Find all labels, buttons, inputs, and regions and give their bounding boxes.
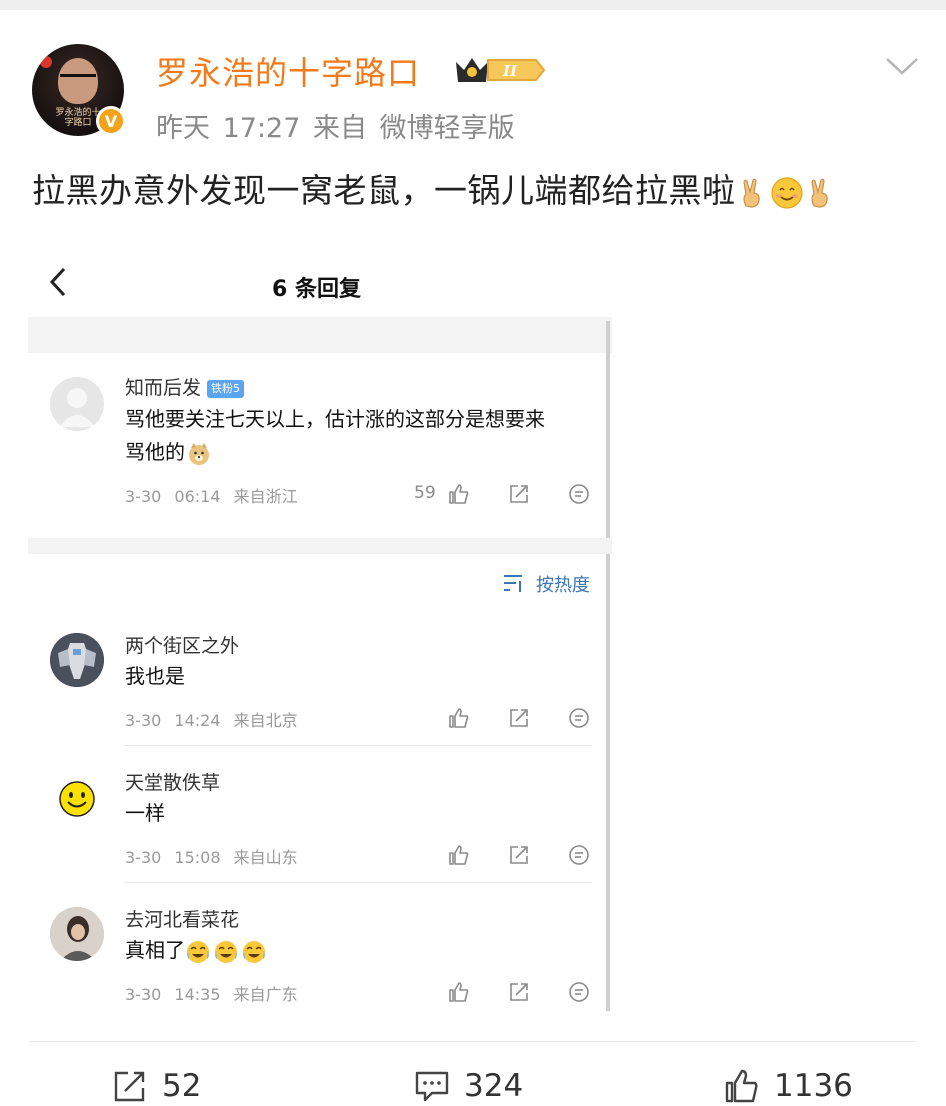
author-name[interactable]: 罗永浩的十字路口 — [156, 48, 420, 94]
comment-meta: 3-30 14:24 来自北京 — [125, 711, 298, 730]
like-icon[interactable] — [448, 981, 470, 1003]
laugh-cry-emoji-icon — [187, 940, 265, 963]
victory-hand-icon — [810, 178, 828, 208]
comment-count: 324 — [464, 1068, 524, 1104]
post-meta: 昨天 17:27 来自 微博轻享版 — [156, 106, 515, 145]
share-icon[interactable] — [508, 981, 530, 1003]
commenter-avatar[interactable] — [50, 633, 104, 687]
comment-button[interactable]: 324 — [414, 1066, 523, 1106]
repost-button[interactable]: 52 — [112, 1066, 201, 1106]
share-icon[interactable] — [508, 483, 530, 505]
commenter-avatar[interactable] — [50, 377, 104, 431]
like-icon[interactable] — [448, 483, 470, 505]
smiley-avatar-icon — [59, 781, 95, 817]
share-icon[interactable] — [508, 844, 530, 866]
reply-icon[interactable] — [568, 981, 590, 1003]
like-count: 59 — [414, 483, 436, 503]
replies-title: 6 条回复 — [272, 277, 361, 302]
commenter-avatar[interactable] — [50, 772, 104, 826]
repost-count: 52 — [162, 1068, 202, 1104]
doge-emoji-icon — [189, 442, 209, 465]
section-divider — [28, 538, 612, 554]
repost-icon — [114, 1071, 145, 1102]
post-source: 来自 微博轻享版 — [313, 113, 515, 144]
comment-author[interactable]: 去河北看菜花 — [125, 905, 239, 932]
comment-author[interactable]: 两个街区之外 — [125, 631, 239, 658]
thumbs-up-icon — [725, 1069, 758, 1103]
reply-icon[interactable] — [568, 844, 590, 866]
avatar-caption: 罗永浩的十字路口 — [55, 108, 101, 128]
like-icon[interactable] — [448, 844, 470, 866]
sort-icon[interactable] — [502, 573, 526, 593]
top-strip — [0, 0, 946, 10]
default-avatar-icon — [59, 388, 95, 427]
victory-hand-icon — [742, 178, 760, 208]
verified-icon: V — [96, 106, 126, 136]
like-count: 1136 — [774, 1068, 853, 1104]
comment-author[interactable]: 天堂散佚草 — [125, 768, 220, 795]
comment-author[interactable]: 知而后发 铁粉5 — [125, 373, 245, 400]
comment-meta: 3-30 15:08 来自山东 — [125, 848, 298, 867]
scrollbar[interactable] — [606, 321, 610, 1011]
sort-by-hot[interactable]: 按热度 — [536, 571, 590, 597]
comment-text: 骂他要关注七天以上，估计涨的这部分是想要来 骂他的 — [125, 403, 545, 469]
reply-icon[interactable] — [568, 483, 590, 505]
section-divider — [28, 317, 612, 353]
avatar-logo-dot — [40, 56, 52, 68]
footer-divider — [30, 1041, 916, 1042]
comment-text-line2: 骂他的 — [125, 436, 545, 469]
embedded-screenshot: 6 条回复 知而后发 铁粉5 骂他要关注七天以上，估计涨的这部分是想要来 骂他的 … — [28, 245, 612, 1015]
comment-meta: 3-30 06:14 来自浙江 — [125, 487, 298, 506]
post-text: 拉黑办意外发现一窝老鼠，一锅儿端都给拉黑啦 — [32, 171, 736, 210]
post-content: 拉黑办意外发现一窝老鼠，一锅儿端都给拉黑啦 — [32, 164, 838, 212]
like-icon[interactable] — [448, 707, 470, 729]
smiling-face-icon — [770, 176, 803, 209]
chevron-down-icon[interactable] — [884, 54, 920, 78]
back-arrow-icon[interactable] — [46, 265, 70, 299]
post-time: 昨天 17:27 — [156, 113, 301, 144]
comment-text: 一样 — [125, 801, 165, 825]
share-icon[interactable] — [508, 707, 530, 729]
fan-badge: 铁粉5 — [207, 379, 245, 398]
comment-icon — [415, 1071, 449, 1102]
like-button[interactable]: 1136 — [724, 1066, 853, 1106]
comment-meta: 3-30 14:35 来自广东 — [125, 985, 298, 1004]
commenter-avatar[interactable] — [50, 907, 104, 961]
member-level: II — [502, 62, 518, 80]
reply-icon[interactable] — [568, 707, 590, 729]
comment-text: 我也是 — [125, 664, 185, 688]
member-crown-icon[interactable]: II — [452, 54, 548, 86]
comment-text: 真相了 — [125, 934, 269, 967]
